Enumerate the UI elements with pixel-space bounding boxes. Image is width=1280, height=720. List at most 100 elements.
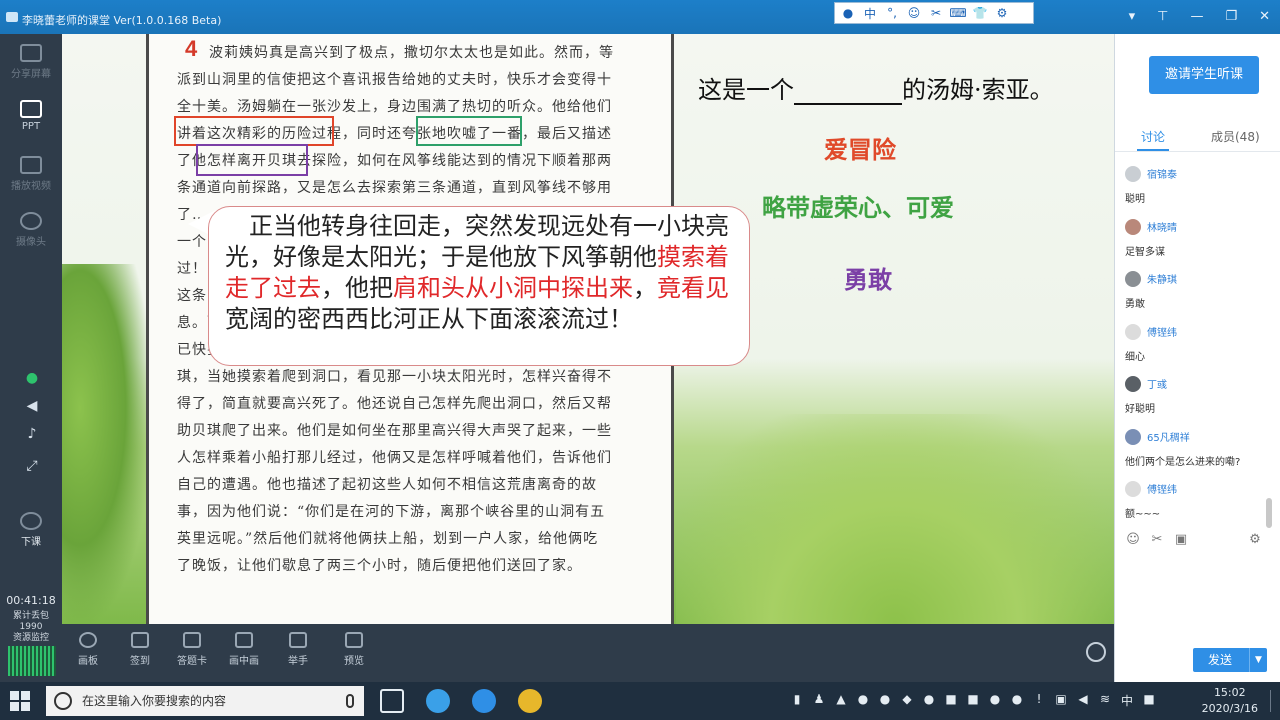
callout-bubble: 正当他转身往回走，突然发现远处有一小块亮光，好像是太阳光；于是他放下风筝朝他摸索… (208, 206, 750, 366)
meadow-decoration (676, 414, 1114, 624)
sign-in-button[interactable]: 签到 (118, 632, 162, 667)
ime-keyboard-icon[interactable]: ⌨ (949, 6, 967, 20)
music-icon[interactable]: ♪ (24, 426, 40, 442)
ime-scissors-icon[interactable]: ✂ (927, 6, 945, 20)
tray-app-icon[interactable]: ● (922, 692, 936, 708)
chat-message: 林晓晴 足智多谋 (1115, 211, 1275, 264)
raise-hand-button[interactable]: 举手 (276, 632, 320, 667)
chat-user-name[interactable]: 宿锦泰 (1147, 166, 1177, 181)
camera-button[interactable]: 摄像头 (0, 212, 62, 248)
chat-message: 宿锦泰 聪明 (1115, 158, 1275, 211)
close-button[interactable]: ✕ (1259, 9, 1270, 24)
ime-status[interactable]: 中 (1120, 692, 1134, 708)
answer-brave: 勇敢 (844, 265, 892, 294)
ime-toolbar[interactable]: ● 中 °, ☺ ✂ ⌨ 👕 ⚙ (834, 2, 1034, 24)
title-bar: 李晓蕾老师的课堂 Ver(1.0.0.168 Beta) ● 中 °, ☺ ✂ … (0, 0, 1280, 34)
tray-app-icon[interactable]: ■ (966, 692, 980, 708)
answer-card-button[interactable]: 答题卡 (170, 632, 214, 667)
show-desktop-button[interactable] (1270, 690, 1274, 712)
dropdown-icon[interactable]: ▾ (1129, 9, 1136, 24)
invite-students-button[interactable]: 邀请学生听课 (1149, 56, 1259, 94)
pin-icon[interactable]: ⊤ (1157, 9, 1168, 24)
chat-user-name[interactable]: 傅铿纬 (1147, 481, 1177, 496)
play-video-button[interactable]: 播放视频 (0, 156, 62, 192)
notification-icon[interactable]: ▲ (834, 692, 848, 708)
bell-icon[interactable]: ● (856, 692, 870, 708)
battery-icon[interactable]: ▮ (790, 692, 804, 708)
microphone-icon[interactable]: ● (24, 370, 40, 386)
wifi-icon[interactable]: ≋ (1098, 692, 1112, 708)
tray-app-icon[interactable]: ■ (1142, 692, 1156, 708)
system-clock[interactable]: 15:02 2020/3/16 (1202, 685, 1258, 717)
chat-scrollbar[interactable] (1266, 498, 1272, 528)
chat-text: 细心 (1125, 351, 1145, 363)
hand-icon (289, 632, 307, 648)
speaker-icon[interactable]: ◀ (24, 398, 40, 414)
app-logo-icon (6, 12, 18, 22)
send-button[interactable]: 发送 ▼ (1193, 648, 1267, 672)
chat-user-name[interactable]: 傅铿纬 (1147, 324, 1177, 339)
chat-message: 朱静琪 勇敢 (1115, 263, 1275, 316)
book-line: 波莉姨妈真是高兴到了极点，撒切尔太太也是如此。然而，等 (209, 45, 614, 61)
cortana-icon (54, 692, 72, 710)
minimize-button[interactable]: — (1190, 9, 1203, 24)
ime-emoji-icon[interactable]: ☺ (905, 6, 923, 20)
preview-button[interactable]: 预览 (332, 632, 376, 667)
fullscreen-icon[interactable]: ⤢ (24, 458, 40, 474)
chat-user-name[interactable]: 65凡稠祥 (1147, 429, 1190, 444)
play-video-icon (20, 156, 42, 174)
tray-app-icon[interactable]: ▣ (1054, 692, 1068, 708)
taskbar-search-input[interactable]: 在这里输入你要搜索的内容 (46, 686, 364, 716)
chat-message: 丁彧 好聪明 (1115, 368, 1275, 421)
ppt-slide[interactable]: 4 波莉姨妈真是高兴到了极点，撒切尔太太也是如此。然而，等 派到山洞里的信使把这个… (62, 34, 1114, 624)
tab-discussion[interactable]: 讨论 (1141, 128, 1165, 145)
power-icon[interactable] (1086, 642, 1106, 662)
taskbar-app-icon[interactable] (472, 689, 496, 713)
share-screen-button[interactable]: 分享屏幕 (0, 44, 62, 80)
ime-skin-icon[interactable]: 👕 (971, 6, 989, 20)
chat-message: 65凡稠祥 他们两个是怎么进来的嘞? (1115, 421, 1275, 474)
volume-icon[interactable]: ◀ (1076, 692, 1090, 708)
tray-app-icon[interactable]: ● (1010, 692, 1024, 708)
tray-app-icon[interactable]: ◆ (900, 692, 914, 708)
end-class-button[interactable]: 下课 (0, 512, 62, 548)
tab-members[interactable]: 成员(48) (1211, 128, 1260, 145)
microphone-icon[interactable] (346, 694, 354, 708)
chat-user-name[interactable]: 林晓晴 (1147, 219, 1177, 234)
callout-text: ，他把 (321, 274, 393, 302)
avatar (1125, 166, 1141, 182)
book-line: 了晚饭，让他们歇息了两三个小时，随后便把他们送回了家。 (177, 558, 582, 574)
avatar (1125, 376, 1141, 392)
tray-app-icon[interactable]: ! (1032, 692, 1046, 708)
tray-app-icon[interactable]: ● (988, 692, 1002, 708)
panel-tabs: 讨论 成员(48) (1115, 122, 1280, 152)
avatar (1125, 271, 1141, 287)
image-icon[interactable]: ▣ (1173, 532, 1189, 548)
drawing-board-button[interactable]: 画板 (66, 632, 110, 667)
ime-mode-toggle[interactable]: 中 (861, 5, 879, 22)
tray-app-icon[interactable]: ■ (944, 692, 958, 708)
ime-logo-icon[interactable]: ● (839, 6, 857, 20)
emoji-icon[interactable]: ☺ (1125, 532, 1141, 548)
restore-button[interactable]: ❐ (1225, 9, 1237, 24)
ime-settings-icon[interactable]: ⚙ (993, 6, 1011, 20)
people-icon[interactable]: ♟ (812, 692, 826, 708)
settings-icon[interactable]: ⚙ (1247, 532, 1263, 548)
task-view-icon[interactable] (380, 689, 404, 713)
system-tray: ▮ ♟ ▲ ● ● ◆ ● ■ ■ ● ● ! ▣ ◀ ≋ 中 ■ (790, 692, 1156, 708)
chat-message: 傅铿纬 细心 (1115, 316, 1275, 369)
taskbar-app-icon[interactable] (426, 689, 450, 713)
ime-punctuation-toggle[interactable]: °, (883, 6, 901, 20)
chat-text: 好聪明 (1125, 404, 1155, 415)
picture-in-picture-button[interactable]: 画中画 (222, 632, 266, 667)
tray-app-icon[interactable]: ● (878, 692, 892, 708)
scissors-icon[interactable]: ✂ (1149, 532, 1165, 548)
chat-text: 足智多谋 (1125, 246, 1165, 258)
bottom-toolbar: 画板 签到 答题卡 画中画 举手 预览 (62, 624, 1114, 682)
chevron-down-icon[interactable]: ▼ (1249, 648, 1267, 672)
ppt-button[interactable]: PPT (0, 100, 62, 132)
taskbar-app-icon[interactable] (518, 689, 542, 713)
windows-start-icon[interactable] (10, 691, 30, 711)
chat-user-name[interactable]: 朱静琪 (1147, 271, 1177, 286)
chat-user-name[interactable]: 丁彧 (1147, 376, 1167, 391)
